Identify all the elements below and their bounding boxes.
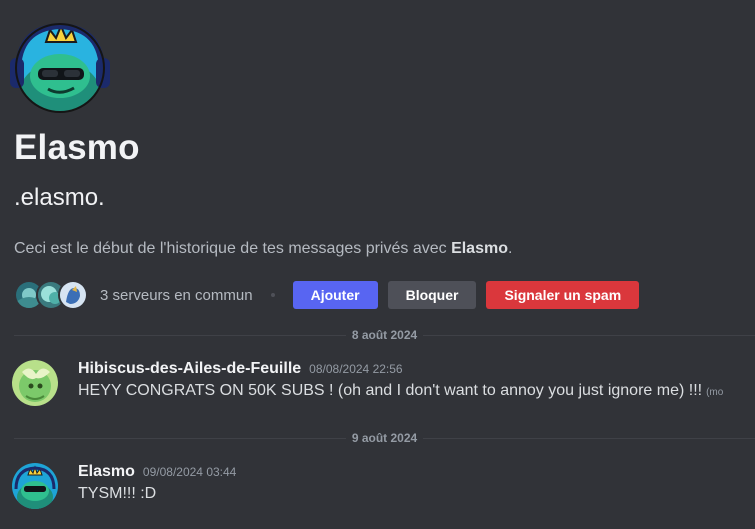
message-avatar[interactable] xyxy=(12,463,58,509)
message-text: TYSM!!! :D xyxy=(78,485,157,502)
message-author[interactable]: Hibiscus-des-Ailes-de-Feuille xyxy=(78,360,301,378)
divider-line xyxy=(423,437,755,439)
message-header: Elasmo 09/08/2024 03:44 xyxy=(78,463,236,481)
add-friend-button[interactable]: Ajouter xyxy=(292,281,378,309)
message-header: Hibiscus-des-Ailes-de-Feuille 08/08/2024… xyxy=(78,360,403,378)
block-button[interactable]: Bloquer xyxy=(387,281,477,309)
divider-line xyxy=(14,334,346,336)
separator-dot xyxy=(270,293,275,297)
report-spam-button[interactable]: Signaler un spam xyxy=(486,281,640,309)
message-timestamp: 08/08/2024 22:56 xyxy=(309,362,403,376)
divider-line xyxy=(14,437,346,439)
date-divider-label: 8 août 2024 xyxy=(351,328,418,342)
dm-channel: Elasmo .elasmo. Ceci est le début de l'h… xyxy=(0,0,755,529)
dm-intro-user: Elasmo xyxy=(451,240,508,257)
user-avatar-large[interactable] xyxy=(8,14,112,118)
edited-marker: (mo xyxy=(706,387,724,398)
message-text: HEYY CONGRATS ON 50K SUBS ! (oh and I do… xyxy=(78,382,703,399)
dm-actions-row: 3 serveurs en commun Ajouter Bloquer Sig… xyxy=(14,280,649,310)
message-author[interactable]: Elasmo xyxy=(78,463,135,481)
server-icon[interactable] xyxy=(58,280,88,310)
divider-line xyxy=(423,334,755,336)
dm-intro-text: Ceci est le début de l'historique de tes… xyxy=(14,240,452,257)
profile-username: .elasmo. xyxy=(14,184,105,211)
date-divider: 9 août 2024 xyxy=(14,431,755,445)
mutual-servers-icons[interactable] xyxy=(14,280,88,310)
message-content: HEYY CONGRATS ON 50K SUBS ! (oh and I do… xyxy=(78,382,723,400)
message-content: TYSM!!! :D xyxy=(78,485,156,503)
dm-intro-description: Ceci est le début de l'historique de tes… xyxy=(14,240,512,258)
message-timestamp: 09/08/2024 03:44 xyxy=(142,465,237,479)
mutual-servers-link[interactable]: 3 serveurs en commun xyxy=(100,287,253,304)
profile-display-name: Elasmo xyxy=(14,128,140,167)
message-avatar[interactable] xyxy=(12,360,58,406)
dm-intro-suffix: . xyxy=(507,240,513,257)
date-divider-label: 9 août 2024 xyxy=(351,431,418,445)
date-divider: 8 août 2024 xyxy=(14,328,755,342)
